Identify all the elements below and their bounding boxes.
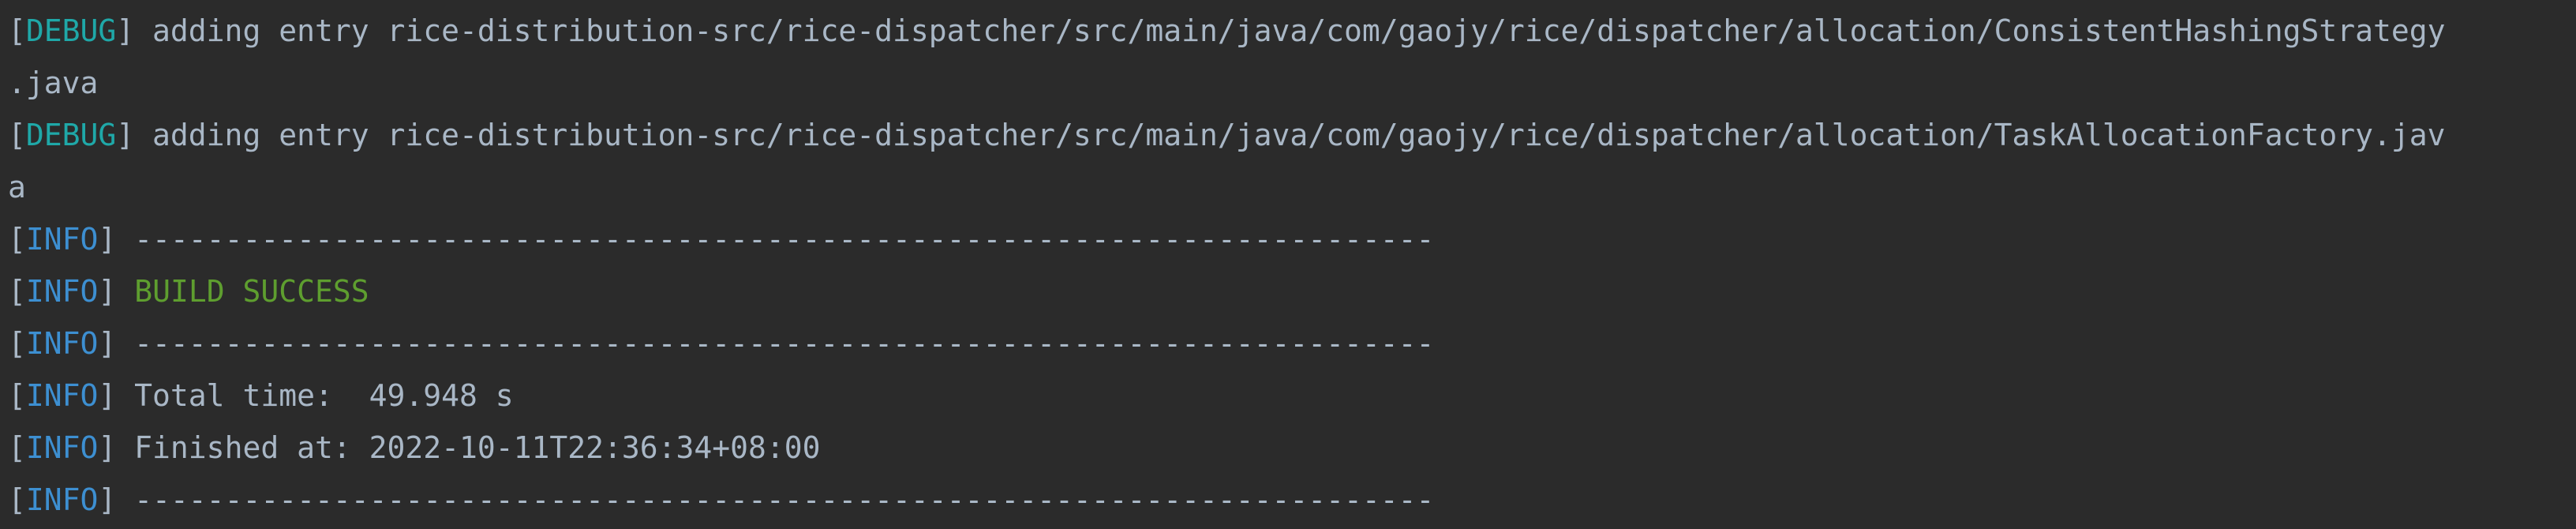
log-line: [INFO] ---------------------------------… bbox=[8, 326, 1435, 361]
log-text: ----------------------------------------… bbox=[116, 326, 1435, 361]
info-tag: INFO bbox=[25, 482, 99, 517]
info-tag: INFO bbox=[25, 326, 99, 361]
log-line: .java bbox=[8, 57, 2576, 109]
debug-tag: DEBUG bbox=[25, 13, 117, 48]
log-text: Total time: 49.948 s bbox=[116, 378, 514, 413]
log-text: adding entry rice-distribution-src/rice-… bbox=[134, 13, 2446, 48]
log-text: adding entry rice-distribution-src/rice-… bbox=[134, 118, 2446, 152]
log-line: [INFO] ---------------------------------… bbox=[8, 482, 1435, 517]
log-text: a bbox=[8, 170, 26, 204]
build-success-text: BUILD SUCCESS bbox=[134, 274, 369, 309]
info-tag: INFO bbox=[25, 274, 99, 309]
log-line: [INFO] Finished at: 2022-10-11T22:36:34+… bbox=[8, 430, 821, 465]
log-line: [INFO] BUILD SUCCESS bbox=[8, 274, 369, 309]
info-tag: INFO bbox=[25, 430, 99, 465]
log-text: ----------------------------------------… bbox=[116, 482, 1435, 517]
info-tag: INFO bbox=[25, 378, 99, 413]
log-text: ----------------------------------------… bbox=[116, 222, 1435, 257]
log-line: [DEBUG] adding entry rice-distribution-s… bbox=[8, 13, 2446, 48]
console-output[interactable]: [DEBUG] adding entry rice-distribution-s… bbox=[0, 0, 2576, 529]
log-line: [INFO] ---------------------------------… bbox=[8, 222, 1435, 257]
info-tag: INFO bbox=[25, 222, 99, 257]
log-line: a bbox=[8, 161, 2576, 213]
log-text: Finished at: 2022-10-11T22:36:34+08:00 bbox=[116, 430, 821, 465]
log-line: [DEBUG] adding entry rice-distribution-s… bbox=[8, 118, 2446, 152]
debug-tag: DEBUG bbox=[25, 118, 117, 152]
log-line: [INFO] Total time: 49.948 s bbox=[8, 378, 514, 413]
log-text: .java bbox=[8, 66, 99, 100]
